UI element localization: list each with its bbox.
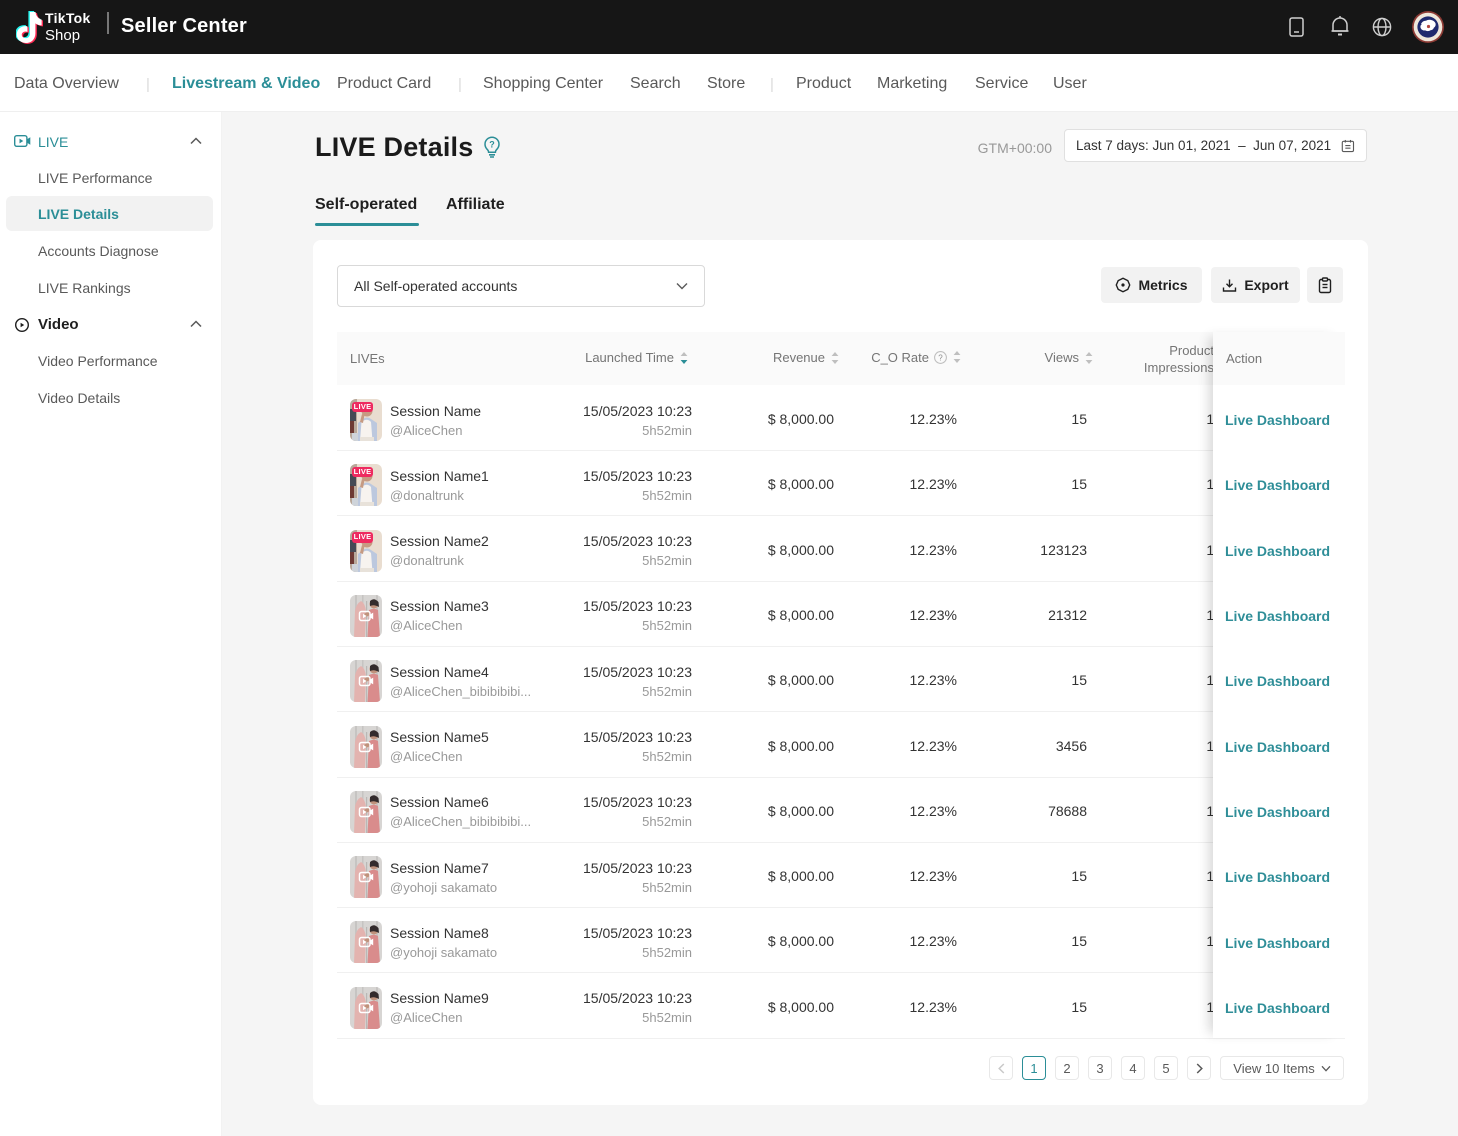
svg-text:?: ?	[489, 139, 495, 149]
svg-text:?: ?	[938, 353, 943, 362]
